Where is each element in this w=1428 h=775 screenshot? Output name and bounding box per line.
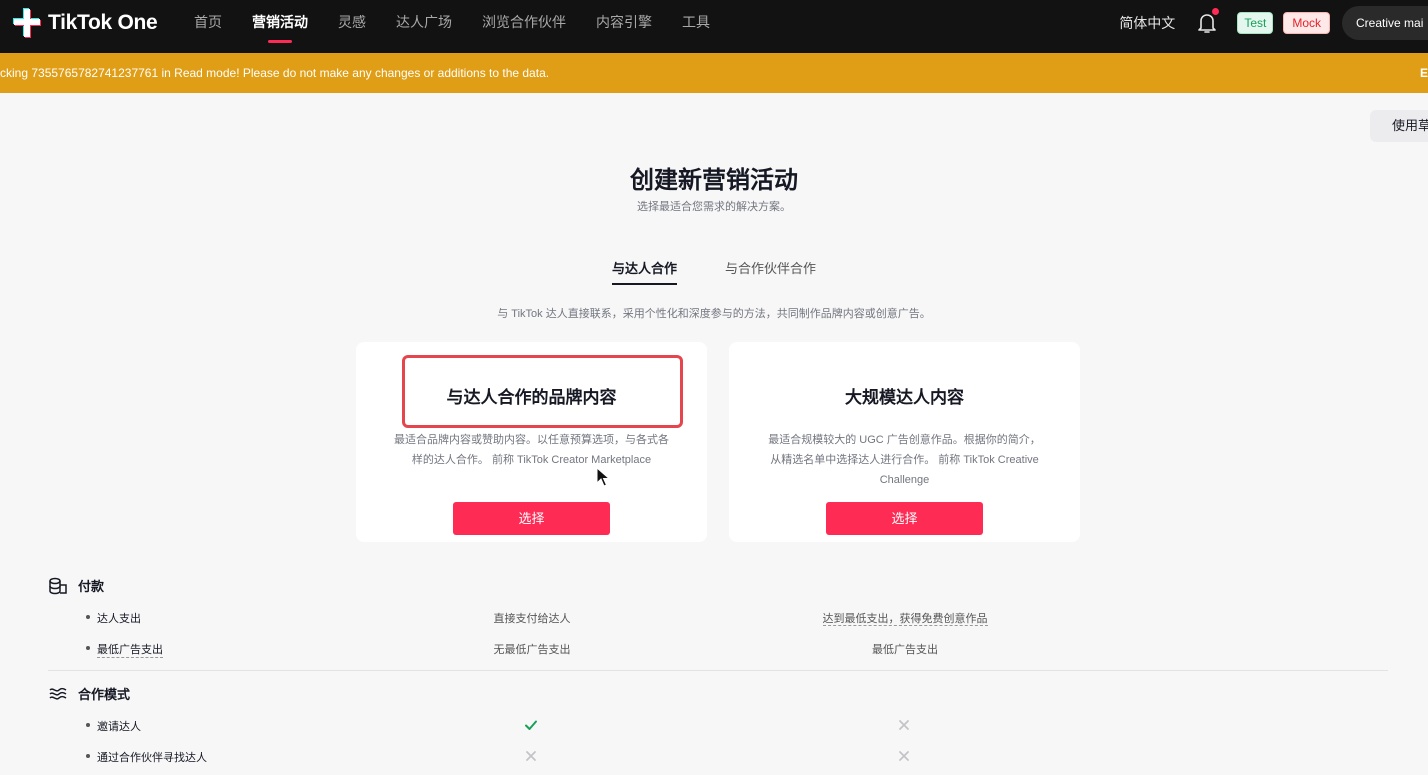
cross-icon: [899, 751, 909, 761]
page-subtitle: 选择最适合您需求的解决方案。: [637, 201, 791, 213]
card-description: 最适合规模较大的 UGC 广告创意作品。根据你的简介，从精选名单中选择达人进行合…: [768, 434, 1041, 486]
mock-env-badge: Mock: [1283, 11, 1330, 34]
nav-item-tools[interactable]: 工具: [682, 0, 710, 53]
layers-icon: [49, 687, 67, 700]
payment-heading-label: 付款: [78, 579, 105, 594]
nav-item-creator-marketplace[interactable]: 达人广场: [396, 0, 452, 53]
creator-content-value: 达到最低支出，获得免费创意作品: [805, 610, 1005, 626]
notification-bell-icon[interactable]: [1195, 6, 1221, 35]
logo-text: TikTok One: [48, 11, 158, 34]
banner-message: cking 7355765782741237761 in Read mode! …: [0, 66, 550, 80]
collaboration-heading-label: 合作模式: [78, 687, 131, 702]
tooltip-text[interactable]: 达到最低支出，获得免费创意作品: [822, 613, 988, 626]
row-label[interactable]: 最低广告支出: [97, 641, 163, 658]
cross-icon: [526, 751, 536, 761]
account-switcher-button[interactable]: Creative mai: [1342, 5, 1428, 40]
nav-item-content-engine[interactable]: 内容引擎: [596, 0, 652, 53]
tab-work-with-creators[interactable]: 与达人合作: [611, 258, 677, 285]
select-branded-content-button[interactable]: 选择: [453, 502, 610, 535]
nav-item-campaigns[interactable]: 营销活动: [252, 0, 308, 53]
read-mode-warning-banner: cking 7355765782741237761 in Read mode! …: [0, 53, 1428, 93]
bullet: [86, 615, 90, 619]
row-label: 通过合作伙伴寻找达人: [97, 752, 207, 764]
creator-content-value: 最低广告支出: [872, 644, 938, 656]
tiktok-logo-icon: [13, 8, 41, 38]
nav-item-home[interactable]: 首页: [194, 0, 222, 53]
main-nav: 首页 营销活动 灵感 达人广场 浏览合作伙伴 内容引擎 工具: [194, 0, 740, 53]
test-env-badge: Test: [1237, 11, 1274, 34]
collaboration-section-heading: 合作模式: [48, 684, 130, 703]
branded-content-value: 无最低广告支出: [493, 644, 571, 656]
coins-icon: [49, 577, 67, 594]
bullet: [86, 723, 90, 727]
row-label: 邀请达人: [97, 721, 141, 733]
table-row: 最低广告支出 无最低广告支出 最低广告支出: [0, 639, 1428, 659]
page-title: 创建新营销活动: [630, 167, 798, 194]
cross-icon: [899, 720, 909, 730]
select-creator-content-button[interactable]: 选择: [826, 502, 983, 535]
payment-section-heading: 付款: [48, 576, 104, 595]
section-divider: [48, 670, 1388, 671]
bullet: [86, 754, 90, 758]
branded-content-value: 直接支付给达人: [493, 613, 571, 625]
annotation-highlight-box: [402, 355, 683, 428]
card-description: 最适合品牌内容或赞助内容。以任意预算选项，与各式各样的达人合作。 前称 TikT…: [394, 434, 669, 466]
notification-dot: [1211, 6, 1221, 16]
collaboration-tabs: 与达人合作 与合作伙伴合作: [0, 258, 1428, 285]
tiktok-one-logo[interactable]: TikTok One: [12, 6, 158, 40]
table-row: 达人支出 直接支付给达人 达到最低支出，获得免费创意作品: [0, 608, 1428, 628]
language-selector[interactable]: 简体中文: [1119, 13, 1175, 33]
user-guide-button[interactable]: 使用草: [1370, 110, 1428, 142]
tab-work-with-partners[interactable]: 与合作伙伴合作: [725, 258, 816, 285]
nav-item-browse-partners[interactable]: 浏览合作伙伴: [482, 0, 566, 53]
tab-description: 与 TikTok 达人直接联系，采用个性化和深度参与的方法，共同制作品牌内容或创…: [497, 308, 931, 320]
nav-item-inspiration[interactable]: 灵感: [338, 0, 366, 53]
bullet: [86, 646, 90, 650]
header-right-tools: 简体中文 Test Mock Creative mai: [1119, 0, 1428, 45]
mouse-cursor-icon: [596, 467, 610, 487]
row-label: 达人支出: [97, 613, 141, 625]
top-navigation-bar: TikTok One 首页 营销活动 灵感 达人广场 浏览合作伙伴 内容引擎 工…: [0, 0, 1428, 53]
banner-exit-link[interactable]: E: [1420, 53, 1428, 93]
check-icon: [525, 720, 537, 730]
table-row: 邀请达人: [0, 716, 1428, 736]
creator-content-at-scale-card: 大规模达人内容 最适合规模较大的 UGC 广告创意作品。根据你的简介，从精选名单…: [729, 342, 1080, 542]
card-title: 大规模达人内容: [845, 388, 964, 407]
table-row: 通过合作伙伴寻找达人: [0, 747, 1428, 767]
